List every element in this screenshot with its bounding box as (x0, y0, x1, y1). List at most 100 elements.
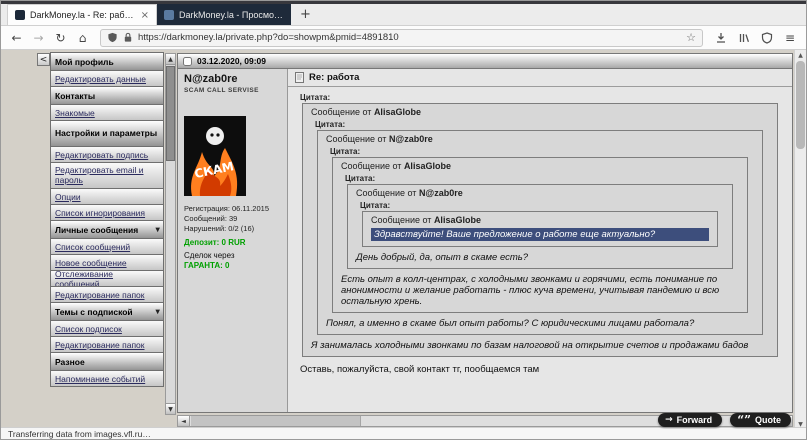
tab-bar: DarkMoney.la - Re: работа × DarkMoney.la… (1, 4, 806, 26)
quoted-author[interactable]: N@zab0re (389, 134, 433, 144)
quote-box-level1: Сообщение от AlisaGlobe Цитата: Сообщени… (302, 103, 778, 357)
back-icon[interactable]: ← (7, 28, 26, 47)
quoted-text: Понял, а именно в скаме был опыт работы?… (326, 318, 695, 329)
quoted-text: День добрый, да, опыт в скаме есть? (356, 252, 529, 263)
forward-arrow-icon: → (665, 415, 673, 425)
quoted-text-selected: Здравствуйте! Ваше предложение о работе … (371, 228, 709, 241)
sidebar-item-options[interactable]: Опции (50, 188, 164, 205)
page-content: < Мой профиль Редактировать данные Конта… (1, 50, 806, 429)
shield-icon[interactable] (107, 32, 118, 43)
quote-label: Цитата: (300, 93, 331, 102)
chevron-down-icon: ▼ (155, 226, 160, 233)
close-tab-icon[interactable]: × (141, 10, 149, 21)
sidebar-item-new-message[interactable]: Новое сообщение (50, 254, 164, 271)
forward-icon[interactable]: → (29, 28, 48, 47)
tab-active[interactable]: DarkMoney.la - Re: работа × (7, 4, 157, 25)
bookmark-star-icon[interactable]: ☆ (686, 31, 696, 44)
author-username[interactable]: N@zab0re (184, 73, 281, 85)
url-input[interactable] (138, 32, 682, 43)
browser-vertical-scrollbar[interactable]: ▲ ▼ (794, 50, 806, 429)
usercp-sidebar: Мой профиль Редактировать данные Контакт… (50, 52, 164, 387)
post-icon (295, 72, 304, 83)
quote-label: Цитата: (360, 201, 391, 210)
sidebar-item-edit-folders-2[interactable]: Редактирование папок (50, 336, 164, 353)
tab-background[interactable]: DarkMoney.la - Просмотр пр… (157, 4, 291, 25)
author-message-count: Сообщений: 39 (184, 214, 238, 223)
scroll-left-icon[interactable]: ◄ (178, 416, 190, 426)
scroll-down-icon[interactable]: ▼ (166, 403, 175, 414)
tab-label: DarkMoney.la - Просмотр пр… (179, 9, 284, 20)
tab-label: DarkMoney.la - Re: работа (30, 10, 134, 20)
site-favicon (15, 10, 25, 20)
author-deposit: Депозит: 0 RUR (184, 238, 246, 247)
status-bar: Transferring data from images.vfl.ru… (1, 427, 806, 439)
status-text: Transferring data from images.vfl.ru… (8, 428, 151, 439)
sidebar-item-edit-signature[interactable]: Редактировать подпись (50, 146, 164, 163)
quoted-text: Я занималась холодными звонками по базам… (311, 340, 749, 351)
sidebar-header-my-profile[interactable]: Мой профиль (50, 52, 164, 71)
quote-label: Цитата: (330, 147, 361, 156)
navigation-bar: ← → ↻ ⌂ ☆ ≡ (1, 26, 806, 50)
home-icon[interactable]: ⌂ (73, 28, 92, 47)
quote-box-level5: Сообщение от AlisaGlobe Здравствуйте! Ва… (362, 211, 718, 247)
quoted-author[interactable]: AlisaGlobe (434, 215, 481, 225)
sidebar-item-event-reminders[interactable]: Напоминание событий (50, 370, 164, 387)
message-subject: Re: работа (309, 72, 360, 83)
select-post-checkbox[interactable] (183, 56, 192, 66)
message-body: Оставь, пожалуйста, свой контакт тг, поо… (300, 364, 540, 375)
new-tab-button[interactable]: + (291, 4, 320, 25)
menu-icon[interactable]: ≡ (780, 28, 800, 47)
quoted-text: Есть опыт в колл-центрах, с холодными зв… (341, 274, 720, 307)
sidebar-header-private-messages[interactable]: Личные сообщения ▼ (50, 220, 164, 239)
sidebar-item-friends[interactable]: Знакомые (50, 104, 164, 121)
author-info-column: N@zab0re SCAM CALL SERVISE СКАМ Регистра… (178, 69, 288, 412)
sidebar-item-ignore-list[interactable]: Список игнорирования (50, 204, 164, 221)
reload-icon[interactable]: ↻ (51, 28, 70, 47)
inner-vertical-scrollbar[interactable]: ▲ ▼ (165, 53, 176, 415)
quoted-author[interactable]: AlisaGlobe (404, 161, 451, 171)
post-date: 03.12.2020, 09:09 (197, 56, 267, 66)
sidebar-collapse-button[interactable]: < (37, 53, 50, 66)
quoted-author[interactable]: AlisaGlobe (374, 107, 421, 117)
forward-button[interactable]: → Forward (658, 413, 723, 427)
quote-label: Цитата: (345, 174, 376, 183)
quote-label: Цитата: (315, 120, 346, 129)
quote-marks-icon: “” (737, 413, 751, 427)
private-message-panel: 03.12.2020, 09:09 N@zab0re SCAM CALL SER… (177, 53, 793, 413)
message-column: Re: работа Цитата: Сообщение от AlisaGlo… (288, 69, 792, 412)
post-header-bar: 03.12.2020, 09:09 (178, 54, 792, 69)
library-icon[interactable] (734, 28, 754, 47)
scrollbar-thumb[interactable] (191, 416, 361, 426)
sidebar-item-edit-data[interactable]: Редактировать данные (50, 70, 164, 87)
author-guarantor-deals[interactable]: ГАРАНТА: 0 (184, 261, 281, 271)
scroll-up-icon[interactable]: ▲ (166, 54, 175, 65)
sidebar-item-edit-email-password[interactable]: Редактировать email и пароль (50, 162, 164, 189)
message-content: Цитата: Сообщение от AlisaGlobe Цитата: … (288, 87, 792, 378)
author-registered: Регистрация: 06.11.2015 (184, 204, 269, 213)
sidebar-header-settings[interactable]: Настройки и параметры (50, 120, 164, 147)
quote-box-level3: Сообщение от AlisaGlobe Цитата: Сообщени… (332, 157, 748, 313)
author-avatar[interactable]: СКАМ (184, 116, 246, 196)
sidebar-header-subscribed-threads[interactable]: Темы с подпиской ▼ (50, 302, 164, 321)
sidebar-header-contacts[interactable]: Контакты (50, 86, 164, 105)
message-subject-row: Re: работа (288, 69, 792, 87)
scroll-up-icon[interactable]: ▲ (795, 50, 806, 60)
quote-box-level2: Сообщение от N@zab0re Цитата: Сообщение … (317, 130, 763, 335)
sidebar-item-edit-folders[interactable]: Редактирование папок (50, 286, 164, 303)
chevron-down-icon: ▼ (155, 308, 160, 315)
author-violations: Нарушений: 0/2 (16) (184, 224, 255, 233)
quote-button[interactable]: “” Quote (730, 413, 791, 427)
account-shield-icon[interactable] (757, 28, 777, 47)
url-bar[interactable]: ☆ (100, 28, 703, 47)
scrollbar-thumb[interactable] (166, 66, 175, 161)
author-deals-label: Сделок через (184, 251, 235, 260)
sidebar-item-message-tracking[interactable]: Отслеживание сообщений (50, 270, 164, 287)
scrollbar-thumb[interactable] (796, 61, 805, 149)
sidebar-header-misc[interactable]: Разное (50, 352, 164, 371)
sidebar-item-subscription-list[interactable]: Список подписок (50, 320, 164, 337)
author-user-title: SCAM CALL SERVISE (184, 87, 259, 94)
quoted-author[interactable]: N@zab0re (419, 188, 463, 198)
download-icon[interactable] (711, 28, 731, 47)
sidebar-item-message-list[interactable]: Список сообщений (50, 238, 164, 255)
browser-window: DarkMoney.la - Re: работа × DarkMoney.la… (0, 0, 807, 440)
